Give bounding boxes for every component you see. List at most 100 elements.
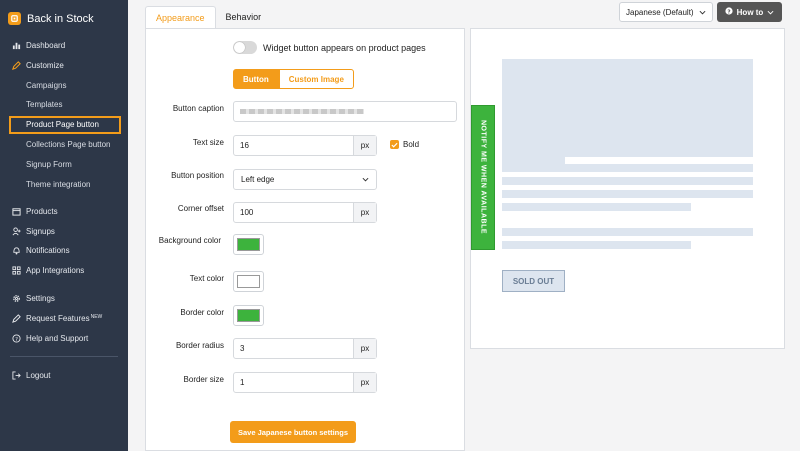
sidebar-item-app-integrations[interactable]: App Integrations xyxy=(12,266,84,275)
sidebar-item-collections-page-button[interactable]: Collections Page button xyxy=(26,140,111,149)
button-type-segmented: Button Custom Image xyxy=(233,69,354,89)
bold-checkbox[interactable] xyxy=(390,140,399,149)
text-placeholder xyxy=(502,164,753,172)
language-value: Japanese (Default) xyxy=(626,7,694,17)
border-radius-value: 3 xyxy=(240,344,245,353)
unit-px: px xyxy=(353,339,376,358)
button-position-value: Left edge xyxy=(241,175,275,184)
sidebar-item-label: Settings xyxy=(26,294,55,303)
sidebar-item-customize[interactable]: Customize xyxy=(12,61,64,70)
bell-icon xyxy=(12,246,21,255)
product-preview: NOTIFY ME WHEN AVAILABLE SOLD OUT xyxy=(470,28,785,349)
button-position-label: Button position xyxy=(171,171,224,180)
pencil-icon xyxy=(12,61,21,70)
sidebar-item-templates[interactable]: Templates xyxy=(26,100,62,109)
chevron-down-icon xyxy=(767,8,774,17)
text-placeholder xyxy=(502,177,753,185)
text-placeholder xyxy=(502,190,753,198)
sidebar-item-logout[interactable]: Logout xyxy=(12,371,50,380)
text-size-label: Text size xyxy=(192,138,224,147)
border-radius-label: Border radius xyxy=(175,341,224,350)
widget-toggle-label: Widget button appears on product pages xyxy=(263,42,426,53)
sidebar-item-label: Help and Support xyxy=(26,334,89,343)
unit-px: px xyxy=(353,136,376,155)
text-color-swatch xyxy=(237,275,260,288)
tab-bar: Appearance Behavior xyxy=(145,6,271,28)
sidebar-item-products[interactable]: Products xyxy=(12,207,58,216)
unit-px: px xyxy=(353,373,376,392)
grid-icon xyxy=(12,266,21,275)
sidebar-item-request-features[interactable]: Request FeaturesNEW xyxy=(12,314,102,323)
sidebar-item-theme-integration[interactable]: Theme integration xyxy=(26,180,90,189)
seg-custom-image[interactable]: Custom Image xyxy=(278,69,354,89)
chevron-down-icon xyxy=(699,8,706,17)
bar-chart-icon xyxy=(12,41,21,50)
text-placeholder xyxy=(502,241,691,249)
widget-toggle-row: Widget button appears on product pages xyxy=(233,41,426,54)
border-size-label: Border size xyxy=(183,375,224,384)
how-to-label: How to xyxy=(736,7,764,17)
button-position-select[interactable]: Left edge xyxy=(233,169,377,190)
divider xyxy=(10,356,118,357)
sidebar-item-label: Dashboard xyxy=(26,41,66,50)
seg-button[interactable]: Button xyxy=(233,69,279,89)
sidebar-item-label: App Integrations xyxy=(26,266,85,275)
widget-toggle[interactable] xyxy=(233,41,257,54)
text-size-input[interactable]: 16 px xyxy=(233,135,377,156)
save-button[interactable]: Save Japanese button settings xyxy=(230,421,356,443)
gear-icon xyxy=(12,294,21,303)
corner-offset-label: Corner offset xyxy=(177,204,224,213)
border-color-picker[interactable] xyxy=(233,305,264,326)
sidebar-item-help[interactable]: ? Help and Support xyxy=(12,334,88,343)
image-placeholder xyxy=(502,59,753,157)
border-color-swatch xyxy=(237,309,260,322)
sidebar-item-dashboard[interactable]: Dashboard xyxy=(12,41,65,50)
corner-offset-input[interactable]: 100 px xyxy=(233,202,377,223)
language-select[interactable]: Japanese (Default) xyxy=(619,2,713,22)
text-size-value: 16 xyxy=(240,141,249,150)
sidebar-item-label: Signups xyxy=(26,227,55,236)
text-color-picker[interactable] xyxy=(233,271,264,292)
sidebar-item-label: Products xyxy=(26,207,58,216)
sidebar-item-settings[interactable]: Settings xyxy=(12,294,55,303)
pencil-icon xyxy=(12,314,21,323)
appearance-form: Widget button appears on product pages B… xyxy=(145,28,465,451)
users-icon xyxy=(12,227,21,236)
question-icon: ? xyxy=(725,7,733,17)
background-color-swatch xyxy=(237,238,260,251)
tab-behavior[interactable]: Behavior xyxy=(216,6,272,28)
new-badge: NEW xyxy=(90,314,103,320)
button-caption-input[interactable] xyxy=(233,101,457,122)
tab-appearance[interactable]: Appearance xyxy=(145,6,216,28)
bold-label: Bold xyxy=(403,140,420,149)
sidebar-item-label: Request Features xyxy=(26,314,90,323)
sidebar-item-notifications[interactable]: Notifications xyxy=(12,246,70,255)
chevron-down-icon xyxy=(362,175,369,184)
corner-offset-value: 100 xyxy=(240,208,254,217)
bell-icon xyxy=(8,12,21,25)
svg-text:?: ? xyxy=(727,9,730,15)
background-color-label: Background color xyxy=(158,236,221,245)
box-icon xyxy=(12,207,21,216)
sidebar-item-signups[interactable]: Signups xyxy=(12,227,55,236)
sidebar: Back in Stock Dashboard Customize Campai… xyxy=(0,0,128,451)
sidebar-item-signup-form[interactable]: Signup Form xyxy=(26,160,72,169)
border-radius-input[interactable]: 3 px xyxy=(233,338,377,359)
sidebar-item-label: Logout xyxy=(26,371,51,380)
how-to-button[interactable]: ? How to xyxy=(717,2,782,22)
bold-checkbox-row[interactable]: Bold xyxy=(390,140,419,149)
sidebar-item-campaigns[interactable]: Campaigns xyxy=(26,81,66,90)
sidebar-item-label: Notifications xyxy=(26,246,70,255)
sold-out-button: SOLD OUT xyxy=(502,270,565,292)
sidebar-item-product-page-button[interactable]: Product Page button xyxy=(26,120,99,129)
question-icon: ? xyxy=(12,334,21,343)
border-size-input[interactable]: 1 px xyxy=(233,372,377,393)
text-placeholder xyxy=(502,203,691,211)
text-placeholder xyxy=(502,228,753,236)
button-caption-label: Button caption xyxy=(172,104,224,113)
brand[interactable]: Back in Stock xyxy=(8,12,94,25)
background-color-picker[interactable] xyxy=(233,234,264,255)
border-color-label: Border color xyxy=(180,308,224,317)
notify-me-button[interactable]: NOTIFY ME WHEN AVAILABLE xyxy=(471,105,495,250)
unit-px: px xyxy=(353,203,376,222)
